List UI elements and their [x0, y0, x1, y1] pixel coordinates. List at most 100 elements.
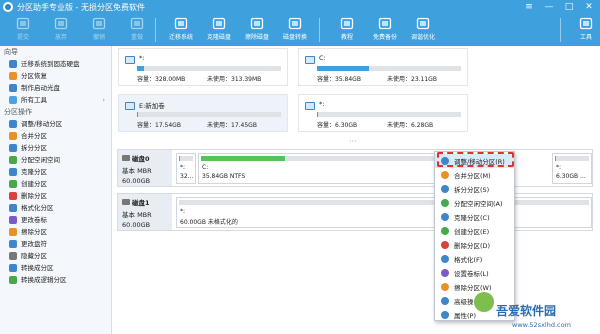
toolbar-button-label: 重做 — [130, 34, 143, 41]
menu-item-icon — [9, 276, 17, 284]
sidebar-op-item-12[interactable]: 转换成分区 — [0, 262, 111, 274]
sidebar-wizard-item-1[interactable]: 分区恢复 — [0, 70, 111, 82]
toolbar-button-7[interactable]: 磁盘转换 — [276, 15, 314, 45]
partition-name: *: — [556, 164, 562, 171]
disk-row[interactable]: 磁盘1 基本 MBR 60.00GB *: 60.00GB 未格式化的 — [117, 193, 593, 231]
partition-name: C: — [202, 164, 209, 171]
context-menu-item-1[interactable]: 合并分区(M) — [435, 168, 514, 182]
context-menu-item-2[interactable]: 拆分分区(S) — [435, 182, 514, 196]
toolbar-button-8[interactable]: 教程 — [328, 15, 366, 45]
toolbar-separator — [560, 18, 561, 42]
sidebar-op-item-4[interactable]: 克隆分区 — [0, 166, 111, 178]
sidebar-op-item-6[interactable]: 删除分区 — [0, 190, 111, 202]
sidebar-op-item-11[interactable]: 隐藏分区 — [0, 250, 111, 262]
sidebar-op-item-0[interactable]: 调整/移动分区 — [0, 118, 111, 130]
migrate-os-icon — [174, 17, 188, 30]
free-space-text: 未使用：23.11GB — [387, 76, 437, 83]
toolbar-button-11[interactable]: 工具 — [567, 15, 600, 45]
sidebar-item-label: 转换成逻辑分区 — [21, 276, 67, 284]
context-menu-item-3[interactable]: 分配空闲空间(A) — [435, 196, 514, 210]
disk-label: 磁盘1 基本 MBR 60.00GB — [118, 194, 172, 230]
partition-name: *: — [319, 100, 325, 108]
toolbar-button-10[interactable]: 调谐优化 — [404, 15, 442, 45]
sidebar-wizard-item-0[interactable]: 迁移系统到固态硬盘 — [0, 58, 111, 70]
toolbar-button-label: 工具 — [579, 34, 592, 41]
title-bar: 分区助手专业版 - 无损分区免费软件 ≡ — □ ✕ — [0, 0, 600, 14]
toolbar-button-9[interactable]: 免费备份 — [366, 15, 404, 45]
toolbar-button-0[interactable]: 提交 — [4, 15, 42, 45]
context-menu-item-5[interactable]: 创建分区(E) — [435, 224, 514, 238]
sidebar-op-item-1[interactable]: 合并分区 — [0, 130, 111, 142]
context-menu-label: 合并分区(M) — [454, 172, 491, 180]
sidebar-op-item-7[interactable]: 格式化分区 — [0, 202, 111, 214]
minimize-button[interactable]: — — [542, 1, 556, 13]
menu-item-icon — [441, 199, 449, 207]
context-menu-label: 克隆分区(C) — [454, 214, 490, 222]
watermark-text: 吾爱软件园 — [496, 304, 557, 318]
toolbar-button-6[interactable]: 擦除磁盘 — [238, 15, 276, 45]
toolbar-button-2[interactable]: 撤销 — [80, 15, 118, 45]
window-controls: ≡ — □ ✕ — [522, 1, 596, 13]
partition-usage-fill — [179, 156, 181, 161]
sidebar-item-label: 调整/移动分区 — [21, 120, 63, 128]
partition-card[interactable]: E:新加卷 容量：17.54GB 未使用：17.45GB — [118, 94, 288, 132]
partition-card[interactable]: *: 容量：328.00MB 未使用：313.39MB — [118, 48, 288, 86]
partition-info: 60.00GB 未格式化的 — [180, 219, 238, 226]
sidebar-op-item-9[interactable]: 擦除分区 — [0, 226, 111, 238]
menu-item-icon — [9, 252, 17, 260]
close-button[interactable]: ✕ — [582, 1, 596, 13]
sidebar-wizard-header: 向导 — [4, 48, 18, 56]
maximize-button[interactable]: □ — [562, 1, 576, 13]
context-menu-label: 擦除分区(W) — [454, 284, 492, 292]
disk-type: 基本 MBR — [122, 211, 152, 219]
context-menu-label: 属性(P) — [454, 312, 476, 320]
sidebar-op-item-13[interactable]: 转换成逻辑分区 — [0, 274, 111, 286]
context-menu-label: 删除分区(D) — [454, 242, 491, 250]
disk-partition[interactable]: *: 6.30GB ... — [552, 153, 592, 184]
partition-name: *: — [180, 164, 186, 171]
context-menu-item-0[interactable]: 调整/移动分区(R) — [435, 154, 514, 168]
sidebar-item-label: 分区恢复 — [21, 72, 47, 80]
sidebar-op-item-8[interactable]: 更改卷标 — [0, 214, 111, 226]
menu-item-icon — [9, 240, 17, 248]
toolbar-button-label: 磁盘转换 — [282, 34, 307, 41]
menu-item-icon — [441, 311, 449, 319]
menu-button[interactable]: ≡ — [522, 1, 536, 13]
sidebar-wizard-item-2[interactable]: 制作启动光盘 — [0, 82, 111, 94]
toolbar-button-4[interactable]: 迁移系统 — [162, 15, 200, 45]
splitter[interactable] — [113, 137, 600, 147]
partition-card[interactable]: C: 容量：35.84GB 未使用：23.11GB — [298, 48, 468, 86]
redo-icon — [130, 17, 144, 30]
disk-partition[interactable]: *: 32... — [176, 153, 196, 184]
toolbar-button-label: 调谐优化 — [410, 34, 435, 41]
sidebar-op-item-5[interactable]: 创建分区 — [0, 178, 111, 190]
toolbar-button-5[interactable]: 克隆磁盘 — [200, 15, 238, 45]
sidebar-op-item-10[interactable]: 更改盘符 — [0, 238, 111, 250]
menu-item-icon — [9, 216, 17, 224]
wipe-disk-icon — [250, 17, 264, 30]
context-menu-item-8[interactable]: 设置卷标(L) — [435, 266, 514, 280]
toolbar-button-3[interactable]: 重做 — [118, 15, 156, 45]
disk-convert-icon — [288, 17, 302, 30]
context-menu-item-6[interactable]: 删除分区(D) — [435, 238, 514, 252]
disk-partition[interactable]: *: 60.00GB 未格式化的 — [176, 197, 592, 228]
sidebar-op-item-2[interactable]: 拆分分区 — [0, 142, 111, 154]
sidebar-wizard-item-3[interactable]: 所有工具 — [0, 94, 111, 106]
toolbar-button-label: 提交 — [16, 34, 29, 41]
sidebar-item-label: 制作启动光盘 — [21, 84, 60, 92]
sidebar-op-item-3[interactable]: 分配空闲空间 — [0, 154, 111, 166]
toolbar-button-1[interactable]: 放弃 — [42, 15, 80, 45]
disk-partition[interactable]: C: 35.84GB NTFS — [198, 153, 438, 184]
partition-card[interactable]: *: 容量：6.30GB 未使用：6.28GB — [298, 94, 468, 132]
capacity-text: 容量：328.00MB — [137, 76, 186, 83]
sidebar-item-label: 克隆分区 — [21, 168, 47, 176]
context-menu-label: 调整/移动分区(R) — [454, 158, 505, 166]
toolbar-separator — [319, 18, 320, 42]
menu-item-icon — [9, 192, 17, 200]
context-menu-item-4[interactable]: 克隆分区(C) — [435, 210, 514, 224]
context-menu-item-9[interactable]: 擦除分区(W) — [435, 280, 514, 294]
free-space-text: 未使用：313.39MB — [207, 76, 262, 83]
sidebar-item-label: 擦除分区 — [21, 228, 47, 236]
context-menu-item-7[interactable]: 格式化(F) — [435, 252, 514, 266]
disk-row[interactable]: 磁盘0基本 MBR60.00GB*:32...C:35.84GB NTFSE:新… — [117, 149, 593, 187]
